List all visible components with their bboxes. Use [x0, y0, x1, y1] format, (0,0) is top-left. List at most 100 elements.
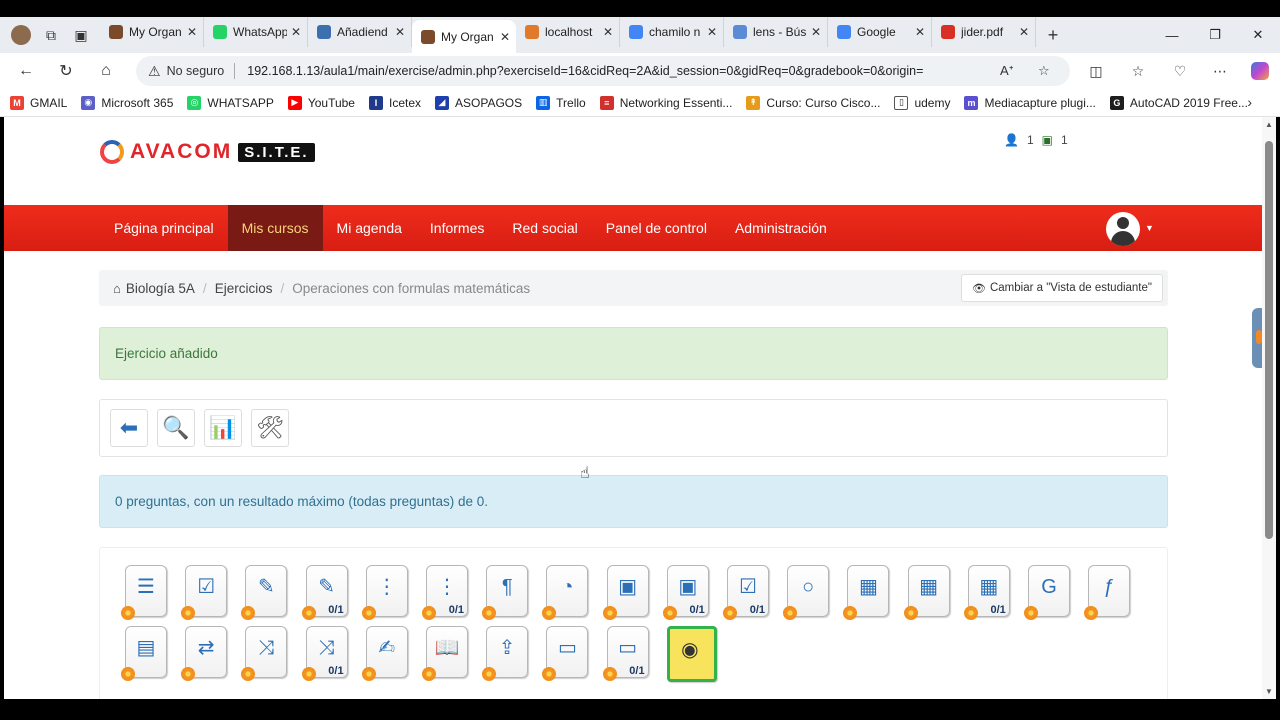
nav-item[interactable]: Administración [721, 205, 841, 251]
nav-item[interactable]: Red social [498, 205, 591, 251]
qt-media-question-button[interactable]: ◉ [666, 626, 717, 682]
url-text[interactable]: 192.168.1.13/aula1/main/exercise/admin.p… [247, 64, 967, 78]
qt-unique-answer-no-option-button[interactable]: ○ [783, 565, 830, 620]
qt-image-hotspot-scored-button[interactable]: ▣ 0/1 [662, 565, 709, 620]
close-window-icon[interactable]: ✕ [1236, 17, 1280, 53]
qt-annotation-button[interactable]: ✍ [361, 626, 408, 681]
url-field[interactable]: ⚠ No seguro 192.168.1.13/aula1/main/exer… [136, 56, 1070, 86]
users-online-icon[interactable]: 👤 [1004, 133, 1019, 147]
scroll-down-icon[interactable]: ▼ [1265, 687, 1273, 696]
browser-tab[interactable]: jider.pdf ✕ [932, 17, 1036, 47]
preview-icon[interactable]: 🔍 [157, 409, 195, 447]
qt-fill-blanks-scored-button[interactable]: ✎ 0/1 [301, 565, 348, 620]
minimize-icon[interactable]: — [1150, 17, 1194, 53]
results-chart-icon[interactable]: 📊 [204, 409, 242, 447]
browser-tab[interactable]: My Organ ✕ [100, 17, 204, 47]
scroll-up-icon[interactable]: ▲ [1265, 120, 1273, 129]
bookmark-item[interactable]: ▶ YouTube [287, 95, 355, 110]
browser-tab[interactable]: chamilo n ✕ [620, 17, 724, 47]
bookmark-item[interactable]: ≡ Networking Essenti... [599, 95, 732, 110]
breadcrumb-exercises[interactable]: Ejercicios [215, 281, 273, 296]
back-arrow-icon[interactable]: ← [6, 55, 46, 87]
qt-multiple-answer-button[interactable]: ☑ [181, 565, 228, 620]
qt-multiple-true-false-button[interactable]: ▦ [843, 565, 890, 620]
tab-close-icon[interactable]: ✕ [187, 25, 197, 39]
qt-global-multiple-answer-button[interactable]: G [1024, 565, 1070, 620]
page-scrollbar[interactable]: ▲ ▼ [1262, 117, 1276, 699]
nav-item[interactable]: Página principal [100, 205, 228, 251]
teacher-course-icon[interactable]: ▣ [1042, 133, 1053, 147]
nav-item[interactable]: Informes [416, 205, 498, 251]
bookmark-item[interactable]: ◢ ASOPAGOS [435, 95, 522, 110]
vertical-tabs-icon[interactable]: ▣ [66, 21, 96, 49]
home-icon[interactable]: ⌂ [113, 281, 121, 296]
copilot-icon[interactable] [1240, 55, 1280, 87]
course-users-count[interactable]: 1 [1061, 133, 1068, 147]
side-feedback-tab[interactable] [1252, 308, 1262, 368]
settings-tools-icon[interactable]: 🛠 [251, 409, 289, 447]
qt-exact-selection-button[interactable]: ☑ 0/1 [723, 565, 769, 620]
workspaces-icon[interactable]: ⧉ [36, 21, 66, 49]
breadcrumb-course[interactable]: Biología 5A [126, 281, 195, 296]
tab-close-icon[interactable]: ✕ [707, 25, 717, 39]
bookmark-item[interactable]: ◉ Microsoft 365 [81, 95, 173, 110]
tab-close-icon[interactable]: ✕ [811, 25, 821, 39]
home-icon[interactable]: ⌂ [86, 55, 126, 87]
qt-multiple-choice-button[interactable]: ☰ [121, 565, 167, 620]
qt-annotation-images-button[interactable]: ▤ [121, 626, 167, 681]
tab-close-icon[interactable]: ✕ [395, 25, 405, 39]
qt-upload-answer-button[interactable]: ⇪ [482, 626, 529, 681]
users-online-count[interactable]: 1 [1027, 133, 1034, 147]
qt-reading-comprehension-button[interactable]: 📖 [422, 626, 468, 681]
restore-icon[interactable]: ❐ [1193, 17, 1237, 53]
split-screen-icon[interactable]: ◫ [1076, 55, 1116, 87]
favorites-icon[interactable]: ☆ [1118, 55, 1158, 87]
nav-item[interactable]: Panel de control [592, 205, 721, 251]
profile-avatar-icon[interactable] [6, 21, 36, 49]
bookmark-item[interactable]: ▥ Trello [536, 95, 586, 110]
browser-tab[interactable]: My Organ ✕ [412, 20, 516, 53]
tab-close-icon[interactable]: ✕ [1019, 25, 1029, 39]
qt-fill-blanks-button[interactable]: ✎ [241, 565, 288, 620]
user-avatar[interactable] [1106, 212, 1140, 246]
browser-tab[interactable]: lens - Bús ✕ [724, 17, 828, 47]
bookmark-item[interactable]: ◎ WHATSAPP [187, 95, 274, 110]
qt-match-arrows-scored-button[interactable]: ⤨ 0/1 [301, 626, 348, 681]
student-view-button[interactable]: 👁 Cambiar a "Vista de estudiante" [961, 274, 1163, 302]
qt-matching-scored-button[interactable]: ⋮ 0/1 [422, 565, 468, 620]
scrollbar-thumb[interactable] [1265, 141, 1273, 539]
tab-close-icon[interactable]: ✕ [500, 30, 510, 44]
caret-down-icon[interactable]: ▼ [1145, 223, 1154, 233]
bookmark-item[interactable]: m Mediacapture plugi... [964, 95, 1096, 110]
read-aloud-icon[interactable]: Aᐩ [1000, 63, 1014, 79]
qt-calendar-scored-button[interactable]: ▭ 0/1 [602, 626, 649, 681]
bookmark-item[interactable]: M GMAIL [10, 95, 67, 110]
qt-match-arrows-button[interactable]: ⤨ [241, 626, 288, 681]
qt-image-hotspot-button[interactable]: ▣ [602, 565, 649, 620]
bookmark-item[interactable]: I Icetex [368, 95, 421, 110]
favorite-star-icon[interactable]: ☆ [1038, 63, 1050, 79]
qt-open-answer-button[interactable]: ¶ [482, 565, 529, 620]
bookmark-item[interactable]: ▯ udemy [894, 95, 950, 110]
qt-combination-true-false-button[interactable]: ▦ 0/1 [963, 565, 1010, 620]
tab-close-icon[interactable]: ✕ [603, 25, 613, 39]
back-icon[interactable]: ⬅ [110, 409, 148, 447]
nav-item[interactable]: Mis cursos [227, 205, 323, 251]
new-tab-button[interactable]: + [1036, 25, 1070, 46]
bookmark-item[interactable]: G AutoCAD 2019 Free... [1109, 95, 1248, 110]
qt-calculated-answer-button[interactable]: ƒ [1084, 565, 1131, 620]
browser-tab[interactable]: localhost ✕ [516, 17, 620, 47]
qt-matching-button[interactable]: ⋮ [361, 565, 408, 620]
tab-close-icon[interactable]: ✕ [915, 25, 925, 39]
qt-oral-expression-button[interactable]: ◔ [542, 565, 589, 620]
qt-calendar-one-button[interactable]: ▭ [542, 626, 589, 681]
browser-tab[interactable]: Añadiend ✕ [308, 17, 412, 47]
more-menu-icon[interactable]: ⋯ [1200, 55, 1240, 87]
reload-icon[interactable]: ↻ [46, 55, 86, 87]
browser-tab[interactable]: Google ✕ [828, 17, 932, 47]
bookmark-item[interactable]: ↟ Curso: Curso Cisco... [746, 95, 880, 110]
browser-tab[interactable]: WhatsApp ✕ [204, 17, 308, 47]
site-logo[interactable]: AVACOM S.I.T.E. [100, 140, 315, 164]
bookmarks-more-icon[interactable]: › [1247, 94, 1252, 110]
browser-essentials-icon[interactable]: ♡ [1160, 55, 1200, 87]
